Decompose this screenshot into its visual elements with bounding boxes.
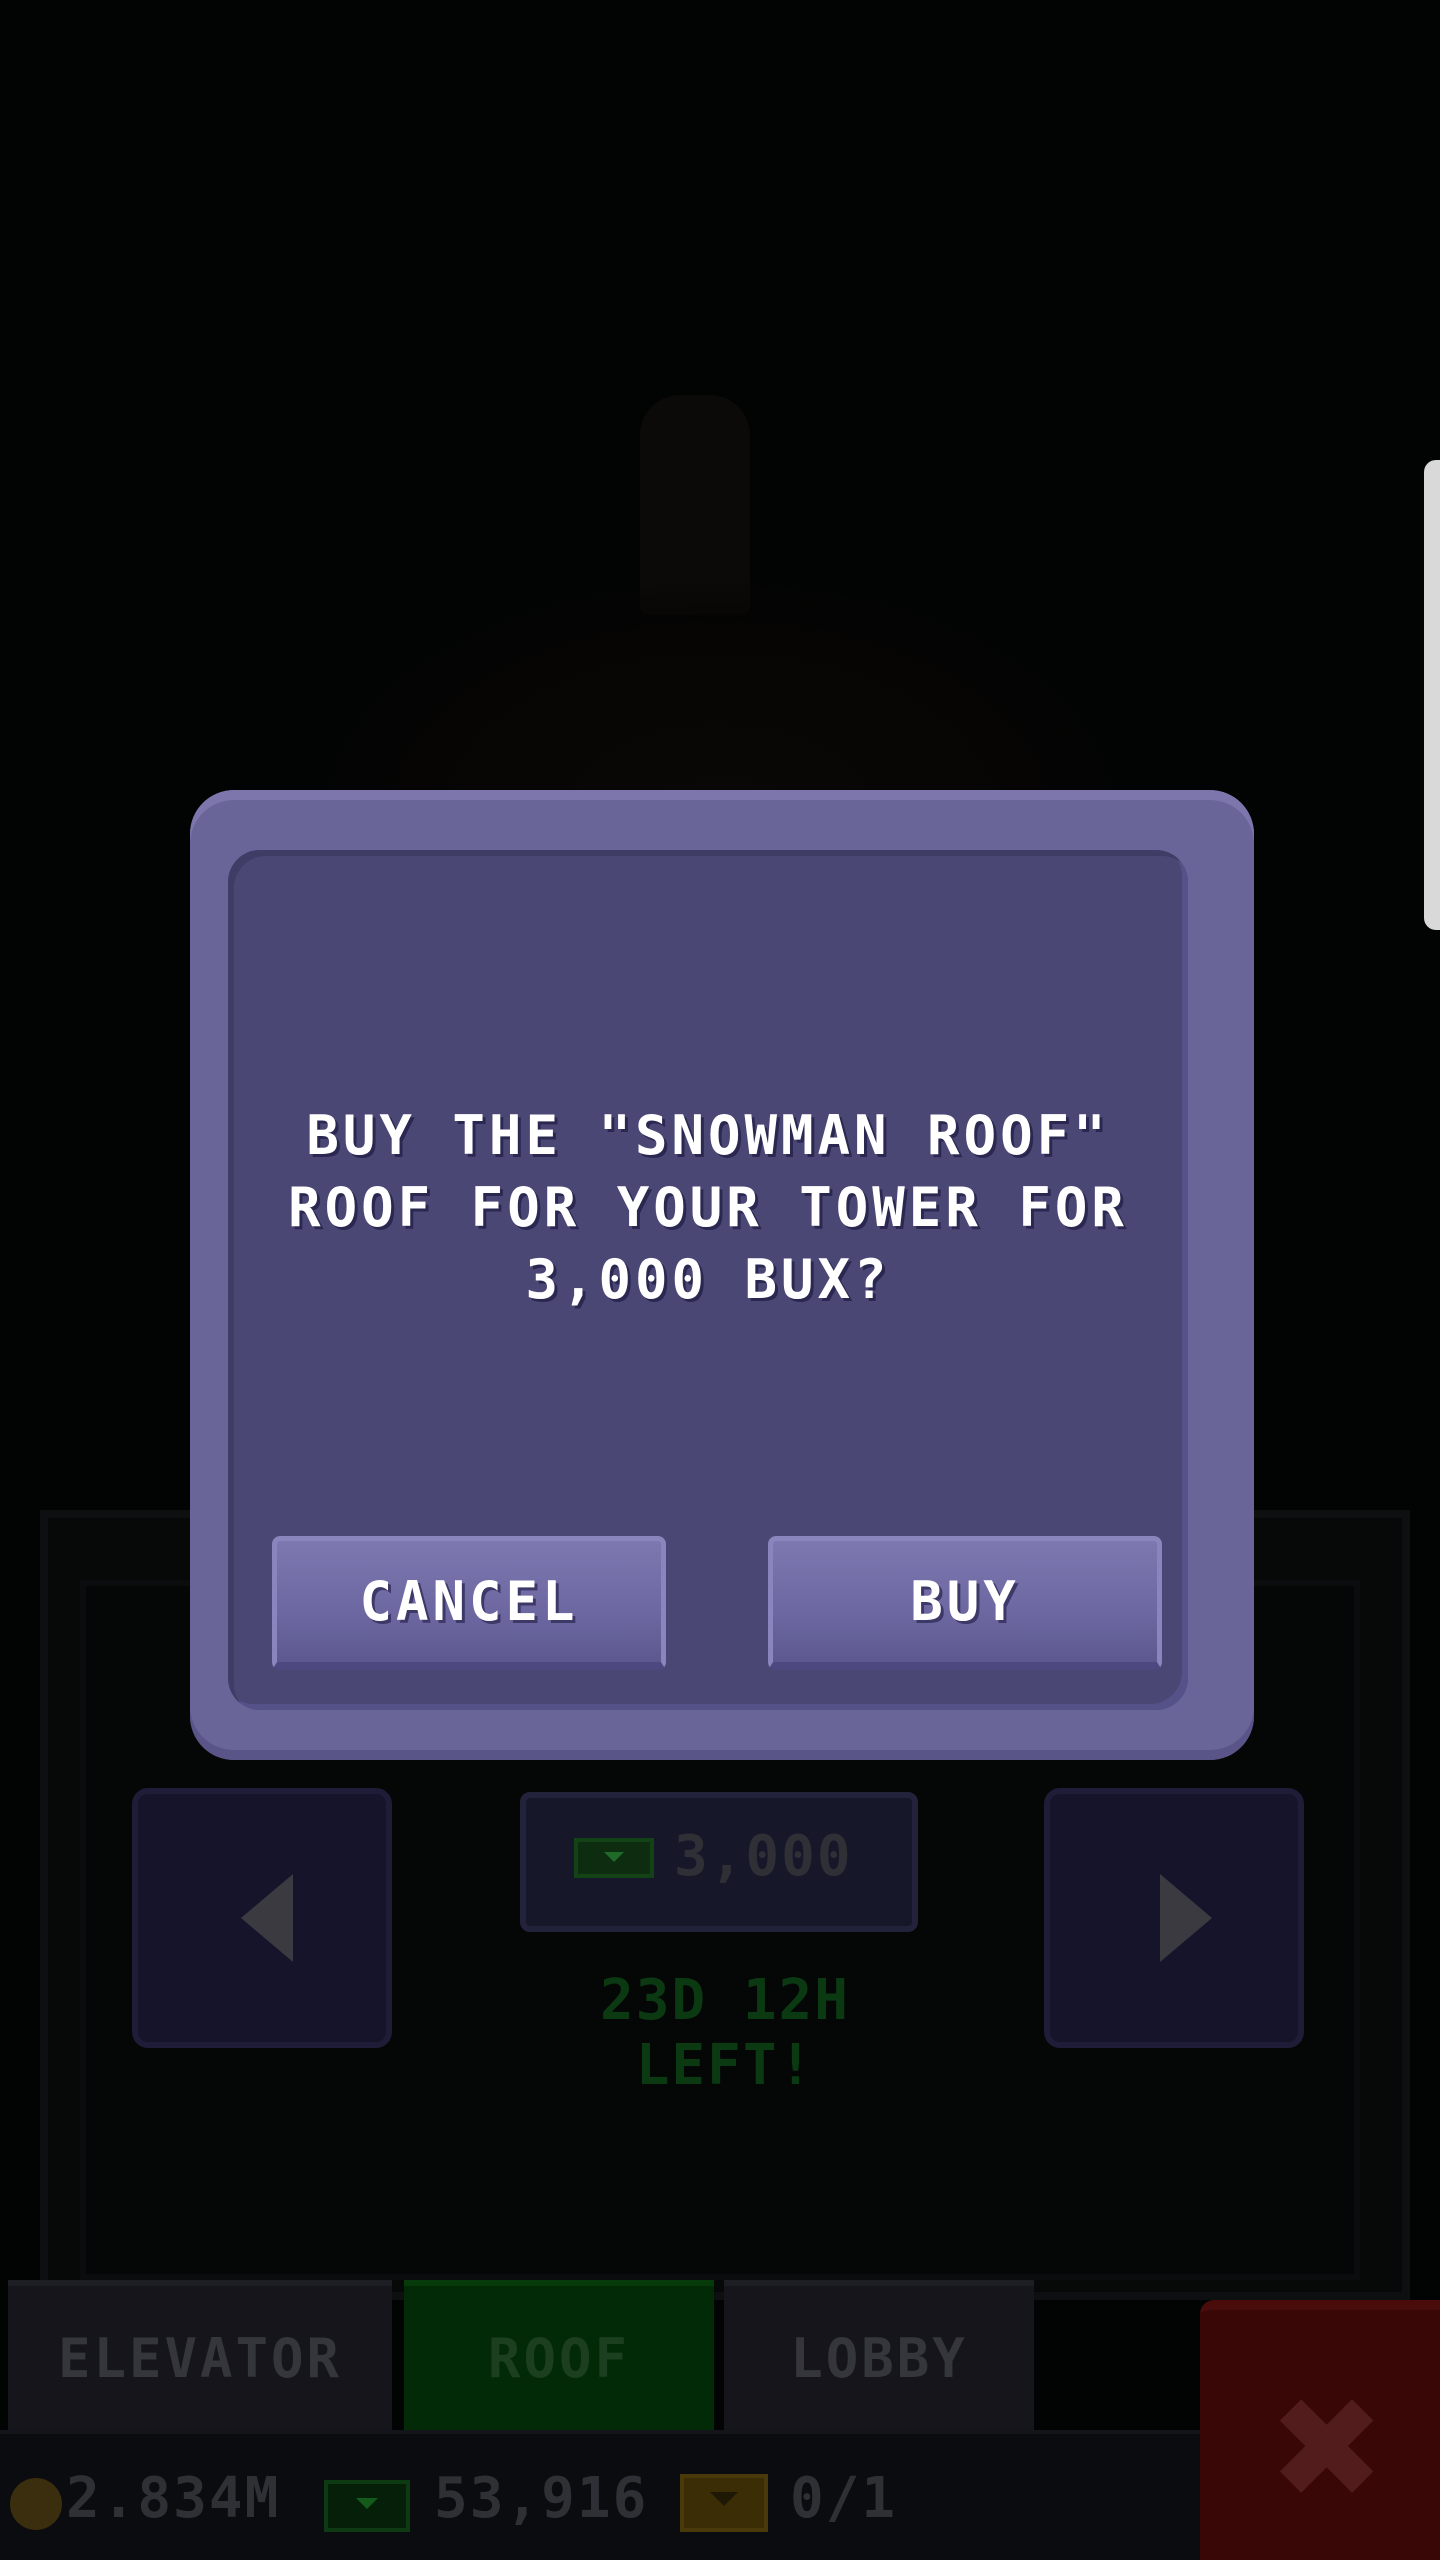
- edge-panel-handle[interactable]: [1424, 460, 1440, 930]
- arrow-left-icon: [241, 1874, 293, 1962]
- tab-label: ELEVATOR: [57, 2326, 343, 2390]
- time-left-label: 23D 12H LEFT!: [599, 1968, 850, 2098]
- tab-roof[interactable]: ROOF: [404, 2280, 714, 2430]
- item-price: 3,000: [674, 1824, 853, 1889]
- next-item-button[interactable]: [1044, 1788, 1304, 2048]
- coin-icon: [10, 2478, 62, 2530]
- tab-elevator[interactable]: ELEVATOR: [8, 2280, 392, 2430]
- buy-button-label: BUY: [910, 1570, 1020, 1633]
- bux-count: 53,916: [434, 2466, 649, 2531]
- dialog-message: BUY THE "SNOWMAN ROOF" ROOF FOR YOUR TOW…: [288, 1104, 1128, 1311]
- cancel-button-label: CANCEL: [359, 1570, 579, 1633]
- bux-icon: [324, 2480, 410, 2532]
- buy-button[interactable]: BUY: [768, 1536, 1162, 1670]
- close-button[interactable]: ✖: [1200, 2300, 1440, 2560]
- tab-label: ROOF: [487, 2326, 631, 2390]
- close-icon: ✖: [1268, 2368, 1386, 2531]
- ticket-icon: [680, 2474, 768, 2532]
- ticket-count: 0/1: [790, 2466, 898, 2531]
- bux-icon: [574, 1838, 654, 1878]
- coins-count: 2.834M: [66, 2466, 281, 2531]
- previous-item-button[interactable]: [132, 1788, 392, 2048]
- item-price-button[interactable]: 3,000: [520, 1792, 918, 1932]
- cancel-button[interactable]: CANCEL: [272, 1536, 666, 1670]
- tab-label: LOBBY: [790, 2326, 968, 2390]
- tab-lobby[interactable]: LOBBY: [724, 2280, 1034, 2430]
- arrow-right-icon: [1160, 1874, 1212, 1962]
